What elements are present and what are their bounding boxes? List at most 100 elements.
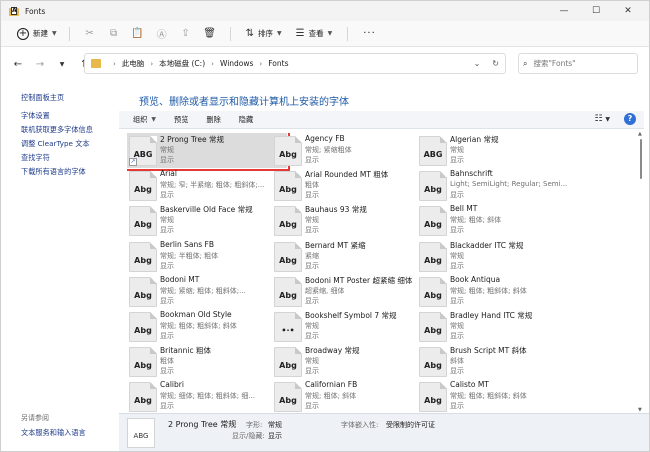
history-chevron-icon[interactable]: ⌄ bbox=[474, 59, 481, 68]
font-tile[interactable]: Abg Book Antiqua 常规; 粗体; 粗斜体; 斜体 显示 bbox=[417, 274, 577, 309]
chevron-right-icon: › bbox=[150, 59, 154, 68]
breadcrumb-item[interactable]: Fonts bbox=[268, 59, 288, 68]
font-tile[interactable]: ABG Algerian 常规 常规 显示 bbox=[417, 133, 577, 168]
view-label: 查看 bbox=[308, 29, 324, 38]
chevron-down-icon: ▼ bbox=[327, 30, 333, 37]
control-panel-home-link[interactable]: 控制面板主页 bbox=[21, 93, 64, 103]
font-sample: Abg bbox=[279, 185, 297, 195]
breadcrumb-item[interactable]: 本地磁盘 (C:) bbox=[159, 58, 205, 69]
breadcrumb-item[interactable]: 此电脑 bbox=[122, 58, 145, 69]
maximize-button[interactable]: ☐ bbox=[581, 1, 611, 21]
font-styles: 常规; 窄; 半紧缩; 粗体; 粗斜体;... bbox=[160, 181, 265, 190]
font-sample: Abg bbox=[279, 396, 297, 406]
close-button[interactable]: ✕ bbox=[613, 1, 643, 21]
font-styles: 常规; 粗体; 斜体 bbox=[305, 392, 357, 401]
forward-arrow-icon[interactable]: → bbox=[31, 54, 49, 74]
cut-icon[interactable]: ✂ bbox=[80, 25, 100, 43]
download-fonts-link[interactable]: 下载所有语言的字体 bbox=[21, 167, 86, 177]
sort-icon: ⇅ bbox=[245, 28, 255, 39]
font-tile[interactable]: Abg Californian FB 常规; 粗体; 斜体 显示 bbox=[272, 379, 432, 413]
font-visibility: 显示 bbox=[305, 261, 319, 270]
delete-button[interactable]: 删除 bbox=[202, 115, 224, 125]
font-visibility: 显示 bbox=[450, 156, 464, 164]
font-tile[interactable]: Abg Arial 常规; 窄; 半紧缩; 粗体; 粗斜体;... 显示 bbox=[127, 168, 287, 203]
font-tile[interactable]: Abg Brush Script MT 斜体 斜体 显示 bbox=[417, 344, 577, 379]
font-styles: 常规 bbox=[160, 216, 174, 225]
font-tile[interactable]: •·• Bookshelf Symbol 7 常规 常规 显示 bbox=[272, 309, 432, 344]
scroll-up-icon[interactable]: ▲ bbox=[638, 131, 642, 137]
font-visibility: 显示 bbox=[160, 296, 174, 305]
vertical-scrollbar[interactable]: ▲ ▼ bbox=[638, 131, 644, 413]
text-services-link[interactable]: 文本服务和输入语言 bbox=[21, 428, 86, 438]
view-button[interactable]: ☰ 查看 ▼ bbox=[293, 26, 336, 41]
organize-button[interactable]: 组织 ▼ bbox=[129, 115, 160, 125]
font-sample: ABG bbox=[133, 432, 149, 440]
address-bar[interactable]: › 此电脑 › 本地磁盘 (C:) › Windows › Fonts ⌄ ↻ bbox=[84, 53, 506, 74]
font-settings-link[interactable]: 字体设置 bbox=[21, 111, 50, 121]
font-visibility: 显示 bbox=[160, 226, 174, 235]
font-tile[interactable]: Abg Bodoni MT Poster 超紧缩 细体 超紧缩, 细体 显示 bbox=[272, 274, 432, 309]
font-name: Algerian 常规 bbox=[450, 135, 499, 144]
font-sample: ABG bbox=[423, 150, 443, 159]
font-styles: 常规 bbox=[305, 322, 319, 330]
font-tile[interactable]: Abg Calisto MT 常规; 粗体; 粗斜体; 斜体 显示 bbox=[417, 379, 577, 413]
minimize-button[interactable]: — bbox=[549, 1, 579, 21]
font-file-icon: •·• bbox=[274, 312, 302, 342]
font-tile[interactable]: Abg Blackadder ITC 常规 常规 显示 bbox=[417, 239, 577, 274]
online-fonts-link[interactable]: 联机获取更多字体信息 bbox=[21, 125, 93, 135]
font-styles: 常规 bbox=[450, 251, 464, 260]
font-tile[interactable]: Abg Broadway 常规 常规 显示 bbox=[272, 344, 432, 379]
breadcrumb-item[interactable]: Windows bbox=[220, 59, 253, 68]
font-tile[interactable]: Abg Bookman Old Style 常规; 粗体; 粗斜体; 斜体 显示 bbox=[127, 309, 287, 344]
font-visibility: 显示 bbox=[450, 332, 464, 340]
refresh-icon[interactable]: ↻ bbox=[492, 59, 499, 68]
view-options-icon[interactable]: ☷ ▼ bbox=[594, 114, 610, 124]
search-input[interactable] bbox=[533, 59, 634, 68]
font-tile[interactable]: Abg Bradley Hand ITC 常规 常规 显示 bbox=[417, 309, 577, 344]
file-explorer-window: A Fonts — ☐ ✕ + 新建 ▼ ✂ ⧉ 📋 Ⓐ ⇪ 🗑 ⇅ 排序 ▼ … bbox=[0, 0, 650, 452]
copy-icon[interactable]: ⧉ bbox=[104, 25, 124, 43]
search-box[interactable]: ⌕ bbox=[518, 53, 638, 74]
font-tile[interactable]: Abg Britannic 粗体 粗体 显示 bbox=[127, 344, 287, 379]
font-tile[interactable]: Abg Agency FB 常规; 紧缩粗体 显示 bbox=[272, 133, 432, 168]
new-button[interactable]: + 新建 ▼ bbox=[13, 25, 61, 43]
help-icon[interactable]: ? bbox=[624, 113, 636, 125]
rename-icon[interactable]: Ⓐ bbox=[152, 25, 172, 43]
font-visibility: 显示 bbox=[450, 402, 464, 411]
address-row: ← → ▼ ↑ › 此电脑 › 本地磁盘 (C:) › Windows › Fo… bbox=[1, 49, 649, 79]
find-character-link[interactable]: 查找字符 bbox=[21, 153, 50, 163]
sort-button[interactable]: ⇅ 排序 ▼ bbox=[243, 26, 285, 41]
paste-icon[interactable]: 📋 bbox=[128, 25, 148, 43]
font-file-icon: Abg bbox=[419, 171, 447, 202]
font-tile[interactable]: Abg Bodoni MT 常规; 紧缩; 粗体; 粗斜体;... 显示 bbox=[127, 274, 287, 309]
hide-button[interactable]: 隐藏 bbox=[235, 115, 257, 125]
cleartype-link[interactable]: 调整 ClearType 文本 bbox=[21, 139, 90, 149]
recent-chevron-icon[interactable]: ▼ bbox=[53, 54, 71, 74]
font-tile[interactable]: Abg Berlin Sans FB 常规; 半粗体; 粗体 显示 bbox=[127, 239, 287, 274]
font-sample: Abg bbox=[424, 326, 442, 335]
font-tile[interactable]: Abg Bahnschrift Light; SemiLight; Regular;… bbox=[417, 168, 577, 203]
font-tile[interactable]: ABG ↗ 2 Prong Tree 常规 常规 显示 bbox=[127, 133, 290, 171]
font-name: Baskerville Old Face 常规 bbox=[160, 205, 253, 215]
scrollbar-thumb[interactable] bbox=[640, 139, 642, 179]
font-sample: Abg bbox=[134, 290, 152, 300]
font-file-icon: ABG bbox=[419, 136, 447, 166]
font-name: Bauhaus 93 常规 bbox=[305, 205, 367, 215]
back-arrow-icon[interactable]: ← bbox=[9, 54, 27, 74]
preview-button[interactable]: 预览 bbox=[170, 115, 192, 125]
delete-icon[interactable]: 🗑 bbox=[200, 25, 220, 43]
style-label: 字形: bbox=[246, 421, 263, 429]
font-tile[interactable]: Abg Calibri 常规; 细体; 粗体; 粗斜体; 细... 显示 bbox=[127, 379, 287, 413]
font-tile[interactable]: Abg Bauhaus 93 常规 常规 显示 bbox=[272, 203, 432, 238]
font-visibility: 显示 bbox=[305, 402, 319, 411]
shortcut-arrow-icon: ↗ bbox=[129, 158, 137, 166]
font-name: Bahnschrift bbox=[450, 169, 493, 179]
font-tile[interactable]: Abg Bell MT 常规; 粗体; 斜体 显示 bbox=[417, 203, 577, 238]
more-button[interactable]: ··· bbox=[360, 26, 379, 41]
font-tile[interactable]: Abg Bernard MT 紧缩 紧缩 显示 bbox=[272, 239, 432, 274]
font-tile[interactable]: Abg Baskerville Old Face 常规 常规 显示 bbox=[127, 203, 287, 238]
font-visibility: 显示 bbox=[450, 367, 464, 376]
fonts-folder-icon bbox=[91, 59, 101, 68]
font-tile[interactable]: Abg Arial Rounded MT 粗体 粗体 显示 bbox=[272, 168, 432, 203]
share-icon[interactable]: ⇪ bbox=[176, 25, 196, 43]
